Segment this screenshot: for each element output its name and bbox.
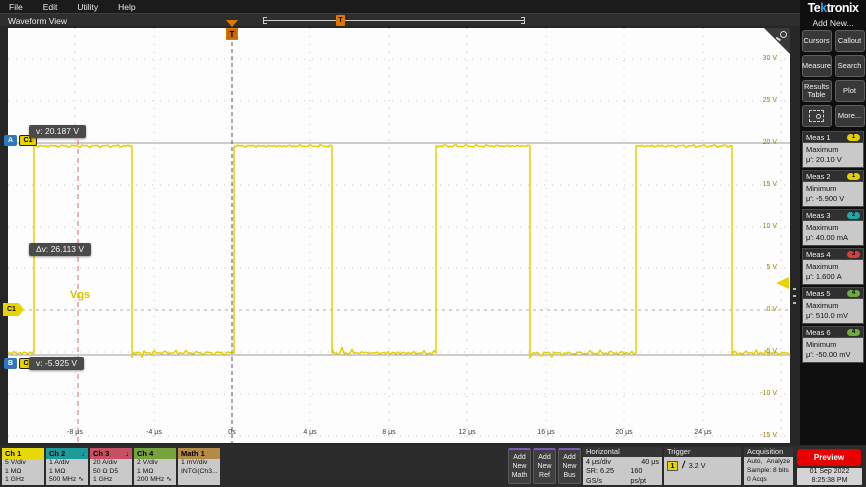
meas-5-chip[interactable]: Meas 54 Maximumμ′: 510.0 mV	[802, 287, 864, 324]
channel-4-badge[interactable]: Ch 4 2 V/div1 MΩ200 MHz ∿	[134, 448, 176, 485]
cursors-button[interactable]: Cursors	[802, 30, 832, 52]
datetime-display: 01 Sep 20228:25:38 PM	[797, 468, 862, 485]
rising-edge-icon: /	[681, 461, 685, 470]
callout-button[interactable]: Callout	[835, 30, 865, 52]
meas-6-chip[interactable]: Meas 64 Minimumμ′: -50.00 mV	[802, 326, 864, 363]
add-new-ref-button[interactable]: AddNewRef	[533, 448, 556, 484]
waveform-canvas[interactable]	[8, 28, 790, 443]
y-axis-tick-label: 20 V	[747, 139, 777, 146]
status-footer: Ch 1 5 V/div1 MΩ1 GHz Ch 2↓ 1 A/div1 MΩ5…	[0, 445, 866, 487]
menu-item-edit[interactable]: Edit	[43, 2, 58, 12]
add-new-button-grid: Cursors Callout Measure Search Results T…	[800, 30, 866, 127]
measure-button[interactable]: Measure	[802, 55, 832, 77]
trigger-position-triangle-icon[interactable]	[226, 20, 238, 27]
channel-2-badge[interactable]: Ch 2↓ 1 A/div1 MΩ500 MHz ∿	[46, 448, 88, 485]
tektronix-logo: Tektronix	[800, 0, 866, 15]
trigger-source-badge: 1	[667, 461, 678, 471]
waveform-area: T A C1 v: 20.187 V Δv: 26.113 V B C1 v: …	[0, 26, 800, 445]
overview-trigger-marker[interactable]: T	[336, 15, 345, 26]
meas-3-chip[interactable]: Meas 32 Maximumμ′: 40.00 mA	[802, 209, 864, 246]
x-axis-tick-label: 0s	[215, 429, 249, 436]
y-axis-tick-label: -15 V	[747, 432, 777, 439]
record-view-overview[interactable]: T	[263, 17, 525, 25]
trigger-position-marker[interactable]: T	[226, 28, 238, 40]
overview-line	[263, 20, 525, 21]
vgs-callout[interactable]: Vgs	[70, 289, 90, 301]
x-axis-tick-label: 20 μs	[607, 429, 641, 436]
acquisition-pane[interactable]: Acquisition Auto,Analyze Sample: 8 bits …	[744, 447, 793, 485]
x-axis-tick-label: 12 μs	[450, 429, 484, 436]
meas-2-chip[interactable]: Meas 21 Minimumμ′: -5.900 V	[802, 170, 864, 207]
results-table-button[interactable]: Results Table	[802, 80, 832, 102]
math-1-badge[interactable]: Math 1 1 mV/divINTG(Ch3...	[178, 448, 220, 485]
panel-drag-handle[interactable]	[793, 288, 796, 306]
channel-1-waveform[interactable]	[8, 144, 790, 357]
meas-4-source-badge: 3	[847, 251, 860, 258]
y-axis-tick-label: 10 V	[747, 223, 777, 230]
add-new-heading: Add New...	[800, 15, 866, 30]
x-axis-tick-label: -4 μs	[137, 429, 171, 436]
menu-item-utility[interactable]: Utility	[77, 2, 98, 12]
cursor-b-badge[interactable]: B	[4, 358, 17, 369]
cursor-a-badge[interactable]: A	[4, 135, 17, 146]
x-axis-tick-label: 8 μs	[372, 429, 406, 436]
cursor-a-readout: v: 20.187 V	[29, 125, 86, 138]
meas-1-chip[interactable]: Meas 11 Maximumμ′: 20.10 V	[802, 131, 864, 168]
tab-waveform-view[interactable]: Waveform View	[8, 16, 67, 26]
menu-bar: File Edit Utility Help	[0, 0, 800, 13]
zoom-overlay-button[interactable]	[802, 105, 832, 127]
y-axis-tick-label: -5 V	[747, 348, 777, 355]
channel-3-badge[interactable]: Ch 3↓ 20 A/div50 Ω D51 GHz	[90, 448, 132, 485]
overview-right-bracket-icon	[521, 17, 525, 24]
y-axis-tick-label: -10 V	[747, 390, 777, 397]
meas-2-source-badge: 1	[847, 173, 860, 180]
x-axis-tick-label: -8 μs	[58, 429, 92, 436]
meas-6-source-badge: 4	[847, 329, 860, 336]
y-axis-tick-label: 15 V	[747, 181, 777, 188]
preview-button[interactable]: Preview	[797, 449, 861, 466]
y-axis-tick-label: 25 V	[747, 97, 777, 104]
horizontal-pane[interactable]: Horizontal 4 μs/div40 μs SR: 6.25 GS/s16…	[583, 447, 662, 485]
y-axis-tick-label: 5 V	[747, 264, 777, 271]
channel-1-badge[interactable]: Ch 1 5 V/div1 MΩ1 GHz	[2, 448, 44, 485]
trigger-pane[interactable]: Trigger 1 / 3.2 V	[664, 447, 741, 485]
plot-button[interactable]: Plot	[835, 80, 865, 102]
search-button[interactable]: Search	[835, 55, 865, 77]
measurement-list: Meas 11 Maximumμ′: 20.10 V Meas 21 Minim…	[800, 131, 866, 363]
x-axis-tick-label: 16 μs	[529, 429, 563, 436]
waveform-plot[interactable]: T A C1 v: 20.187 V Δv: 26.113 V B C1 v: …	[8, 28, 790, 443]
add-new-math-button[interactable]: AddNewMath	[508, 448, 531, 484]
magnifier-icon	[780, 31, 787, 38]
y-axis-tick-label: 30 V	[747, 55, 777, 62]
cursor-delta-readout: Δv: 26.113 V	[29, 243, 91, 256]
more-button[interactable]: More...	[835, 105, 865, 127]
results-sidebar: Tektronix Add New... Cursors Callout Mea…	[800, 0, 866, 445]
oscilloscope-app: File Edit Utility Help Waveform View T T…	[0, 0, 866, 487]
add-new-bus-button[interactable]: AddNewBus	[558, 448, 581, 484]
menu-item-help[interactable]: Help	[118, 2, 135, 12]
meas-1-source-badge: 1	[847, 134, 860, 141]
meas-4-chip[interactable]: Meas 43 Maximumμ′: 1.600 A	[802, 248, 864, 285]
tab-bar: Waveform View T	[0, 13, 800, 26]
meas-3-source-badge: 2	[847, 212, 860, 219]
y-axis-tick-label: 0 V	[747, 306, 777, 313]
meas-5-source-badge: 4	[847, 290, 860, 297]
x-axis-tick-label: 4 μs	[293, 429, 327, 436]
zoom-overlay-icon	[809, 110, 824, 122]
x-axis-tick-label: 24 μs	[686, 429, 720, 436]
cursor-b-readout: v: -5.925 V	[29, 357, 84, 370]
overview-left-bracket-icon	[263, 17, 267, 24]
down-arrow-icon: ↓	[81, 448, 85, 459]
down-arrow-icon: ↓	[125, 448, 129, 459]
menu-item-file[interactable]: File	[9, 2, 23, 12]
